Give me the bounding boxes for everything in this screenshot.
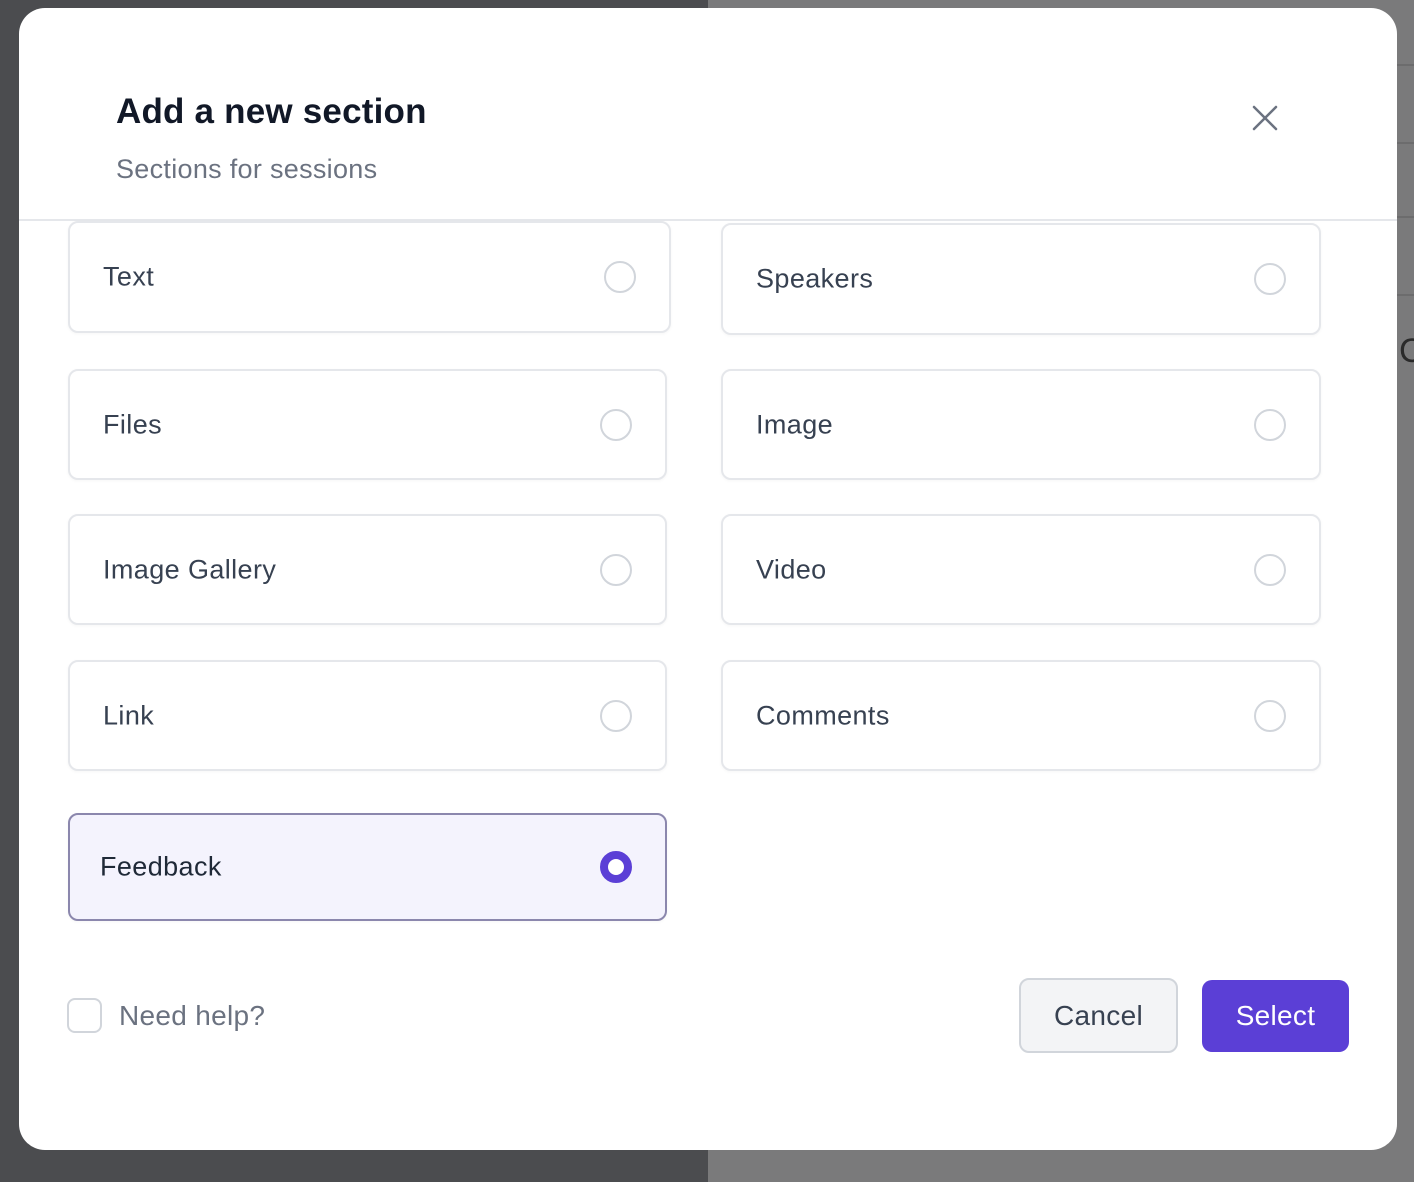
need-help-label: Need help? bbox=[119, 1000, 266, 1031]
backdrop-divider bbox=[1397, 64, 1414, 66]
option-label: Link bbox=[103, 700, 155, 730]
option-link[interactable]: Link bbox=[68, 660, 667, 771]
backdrop-divider bbox=[1397, 142, 1414, 144]
modal-header: Add a new section Sections for sessions bbox=[19, 8, 1397, 221]
modal-subtitle: Sections for sessions bbox=[116, 154, 378, 184]
close-icon bbox=[1252, 105, 1278, 131]
radio-button[interactable] bbox=[600, 408, 632, 441]
close-button[interactable] bbox=[1243, 96, 1287, 140]
backdrop-divider bbox=[1397, 294, 1414, 296]
radio-button[interactable] bbox=[604, 261, 636, 293]
option-label: Feedback bbox=[100, 851, 222, 882]
radio-button[interactable] bbox=[600, 699, 632, 732]
radio-button-selected[interactable] bbox=[600, 851, 632, 883]
backdrop-divider bbox=[1397, 216, 1414, 218]
cancel-button[interactable]: Cancel bbox=[1019, 978, 1178, 1053]
option-label: Video bbox=[756, 554, 827, 584]
option-label: Comments bbox=[756, 700, 890, 730]
option-speakers[interactable]: Speakers bbox=[721, 223, 1321, 335]
option-label: Speakers bbox=[756, 263, 874, 294]
option-label: Text bbox=[103, 261, 155, 292]
option-label: Image Gallery bbox=[103, 554, 277, 584]
radio-button[interactable] bbox=[1254, 553, 1286, 586]
modal-title: Add a new section bbox=[116, 92, 427, 131]
radio-button[interactable] bbox=[1254, 699, 1286, 732]
option-label: Files bbox=[103, 409, 163, 439]
radio-button[interactable] bbox=[1254, 408, 1286, 441]
radio-button[interactable] bbox=[1254, 263, 1286, 295]
option-comments[interactable]: Comments bbox=[721, 660, 1321, 771]
backdrop-partial-text: C bbox=[1399, 332, 1414, 370]
radio-button[interactable] bbox=[600, 553, 632, 586]
option-files[interactable]: Files bbox=[68, 369, 667, 480]
select-button[interactable]: Select bbox=[1202, 980, 1349, 1052]
option-feedback[interactable]: Feedback bbox=[68, 813, 667, 921]
option-text[interactable]: Text bbox=[68, 221, 671, 333]
option-label: Image bbox=[756, 409, 834, 439]
add-section-modal: Add a new section Sections for sessions … bbox=[19, 8, 1397, 1150]
option-video[interactable]: Video bbox=[721, 514, 1321, 625]
option-image[interactable]: Image bbox=[721, 369, 1321, 480]
need-help-checkbox[interactable] bbox=[67, 998, 102, 1033]
option-image-gallery[interactable]: Image Gallery bbox=[68, 514, 667, 625]
